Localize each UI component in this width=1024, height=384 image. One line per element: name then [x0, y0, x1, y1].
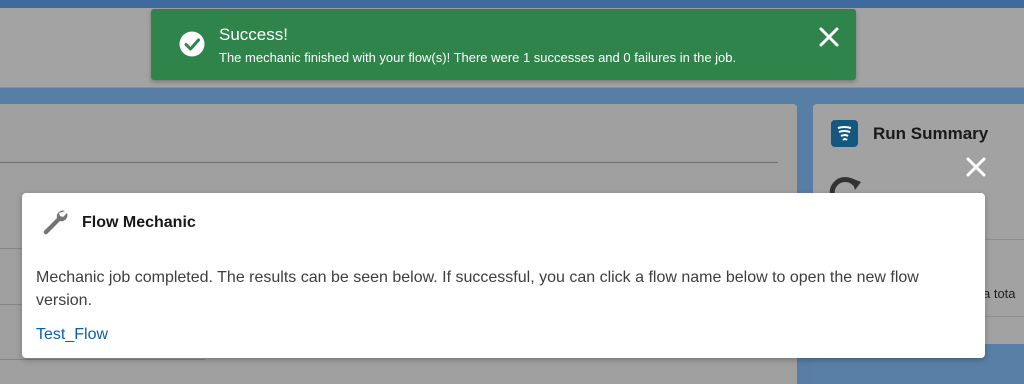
run-summary-title: Run Summary [873, 124, 989, 143]
flow-link[interactable]: Test_Flow [36, 326, 108, 344]
close-icon [819, 27, 839, 47]
close-icon [966, 157, 986, 177]
top-band [0, 0, 1024, 8]
modal-message: Mechanic job completed. The results can … [36, 269, 919, 309]
modal-title: Flow Mechanic [82, 214, 196, 231]
toast-message: The mechanic finished with your flow(s)!… [219, 50, 737, 65]
flow-icon [831, 120, 858, 147]
success-toast: Success! The mechanic finished with your… [151, 9, 856, 80]
toast-title: Success! [219, 25, 288, 44]
summary-text: a tota [983, 286, 1016, 301]
flow-mechanic-modal: Flow Mechanic Mechanic job completed. Th… [22, 193, 985, 358]
modal-close-button[interactable] [963, 154, 989, 180]
check-circle-icon [179, 31, 205, 57]
toast-close-button[interactable] [816, 24, 842, 50]
divider [0, 162, 778, 163]
wrench-icon [43, 210, 68, 235]
divider [0, 359, 205, 360]
